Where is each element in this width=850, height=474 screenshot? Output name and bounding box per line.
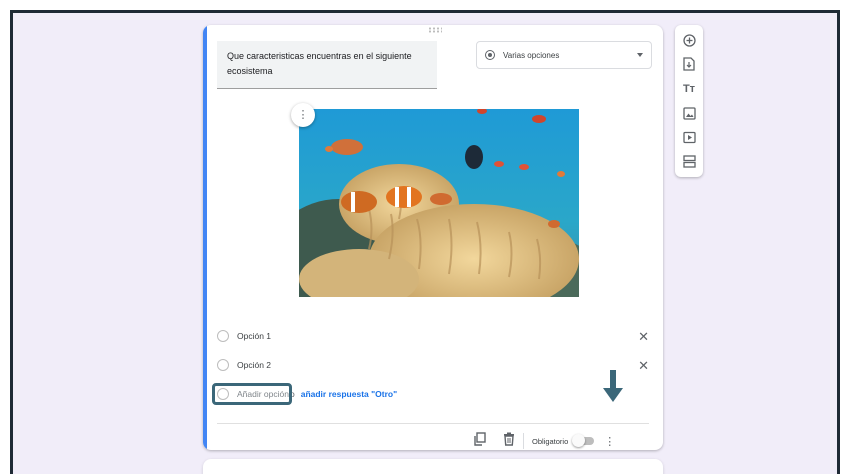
dropdown-arrow-icon [637, 53, 643, 57]
title-icon[interactable]: Tт [681, 81, 697, 97]
option-label[interactable]: Opción 1 [237, 331, 271, 341]
card-footer: Obligatorio ⋮ [473, 431, 653, 450]
import-icon[interactable] [681, 56, 697, 72]
add-other-link[interactable]: añadir respuesta "Otro" [301, 389, 397, 399]
close-icon[interactable]: ✕ [638, 359, 649, 372]
next-question-card[interactable] [203, 459, 663, 474]
more-vertical-icon[interactable]: ⋮ [604, 435, 615, 448]
image-options-button[interactable]: ⋮ [291, 103, 315, 127]
question-type-label: Varias opciones [503, 50, 560, 60]
question-type-dropdown[interactable]: Varias opciones [476, 41, 652, 69]
more-vertical-icon: ⋮ [297, 108, 309, 121]
active-card-indicator [203, 25, 207, 450]
required-toggle[interactable] [572, 434, 595, 447]
radio-icon [217, 330, 229, 342]
coral-reef-image [299, 109, 579, 297]
option-label[interactable]: Opción 2 [237, 360, 271, 370]
footer-divider [217, 423, 649, 424]
duplicate-icon[interactable] [473, 431, 487, 451]
video-icon[interactable] [681, 129, 697, 145]
required-label: Obligatorio [532, 436, 569, 446]
annotation-highlight-box [212, 383, 292, 405]
trash-icon[interactable] [503, 432, 515, 451]
footer-separator [523, 433, 524, 449]
annotation-arrow-down-icon [603, 370, 623, 409]
drag-handle-icon[interactable] [428, 27, 442, 33]
plus-circle-icon[interactable] [681, 32, 697, 48]
option-row[interactable]: Opción 1 ✕ [217, 325, 649, 347]
section-icon[interactable] [681, 153, 697, 169]
close-icon[interactable]: ✕ [638, 330, 649, 343]
image-icon[interactable] [681, 105, 697, 121]
question-title-input[interactable]: Que caracteristicas encuentras en el sig… [217, 41, 437, 89]
screenshot-frame: Que caracteristicas encuentras en el sig… [10, 10, 840, 474]
question-title-text: Que caracteristicas encuentras en el sig… [227, 51, 412, 76]
radio-checked-icon [485, 50, 495, 60]
side-toolbar: Tт [675, 25, 703, 177]
option-row[interactable]: Opción 2 ✕ [217, 354, 649, 376]
question-card[interactable]: Que caracteristicas encuentras en el sig… [203, 25, 663, 450]
radio-icon [217, 359, 229, 371]
